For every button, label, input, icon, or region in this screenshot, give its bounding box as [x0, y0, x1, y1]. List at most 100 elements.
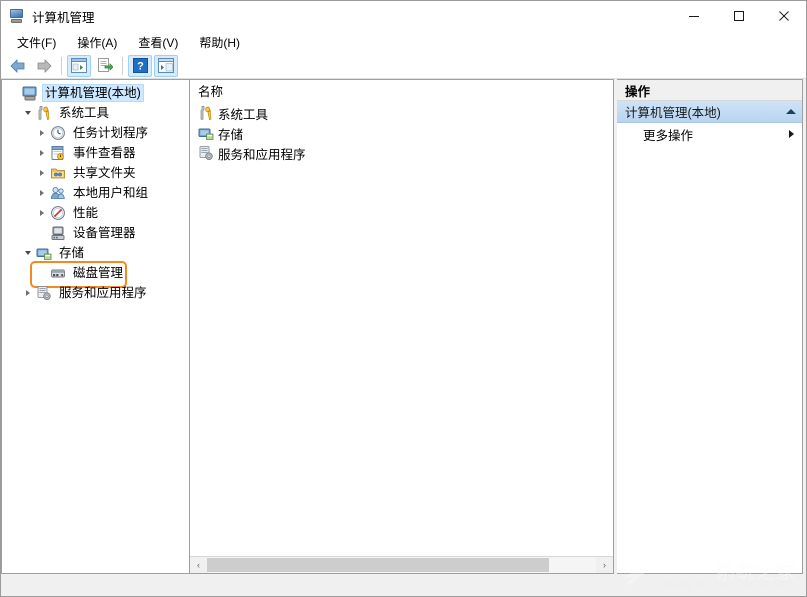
chevron-down-icon[interactable]: [20, 245, 36, 261]
menu-action[interactable]: 操作(A): [71, 32, 126, 53]
local-users-groups-icon: [50, 185, 66, 201]
services-applications-icon: [36, 285, 52, 301]
tree-item-9[interactable]: 磁盘管理: [2, 263, 189, 283]
shared-folders-icon: [50, 165, 66, 181]
tree-item-4[interactable]: 共享文件夹: [2, 163, 189, 183]
triangle-right-icon[interactable]: [789, 130, 794, 138]
chevron-right-icon[interactable]: [34, 185, 50, 201]
forward-button[interactable]: [32, 55, 56, 77]
list-item[interactable]: 存储: [190, 123, 613, 143]
actions-header-label: 操作: [625, 81, 650, 100]
back-button[interactable]: [6, 55, 30, 77]
tree-item-label: 磁盘管理: [70, 265, 126, 281]
column-header-name[interactable]: 名称: [198, 81, 223, 100]
close-button[interactable]: [761, 1, 806, 31]
services-applications-icon: [198, 145, 214, 161]
storage-icon: [198, 125, 214, 141]
console-tree-icon: [71, 58, 87, 73]
tree-item-7[interactable]: 设备管理器: [2, 223, 189, 243]
tree-item-label: 任务计划程序: [70, 125, 151, 141]
tree-item-10[interactable]: 服务和应用程序: [2, 283, 189, 303]
tree-item-2[interactable]: 任务计划程序: [2, 123, 189, 143]
main-body: 计算机管理(本地) 系统工具任务计划程序事件查看器共享文件夹本地用户和组性能设备管…: [1, 79, 806, 574]
window-controls: [671, 1, 806, 31]
services-applications-icon: [198, 145, 214, 161]
actions-pane: 操作 计算机管理(本地) 更多操作: [617, 79, 803, 574]
show-hide-action-pane-button[interactable]: [154, 55, 178, 77]
computer-management-icon: [22, 85, 38, 101]
computer-management-icon: [22, 85, 38, 101]
list-item[interactable]: 系统工具: [190, 103, 613, 123]
actions-group-label: 计算机管理(本地): [625, 102, 786, 121]
storage-icon: [198, 125, 214, 141]
computer-management-window: 计算机管理 文件(F) 操作(A) 查看(V): [0, 0, 807, 597]
tree-item-8[interactable]: 存储: [2, 243, 189, 263]
minimize-button[interactable]: [671, 1, 716, 31]
scroll-right-button[interactable]: ›: [596, 557, 613, 573]
tree-item-label: 共享文件夹: [70, 165, 139, 181]
tree-item-label: 性能: [70, 205, 101, 221]
system-tools-icon: [36, 105, 52, 121]
scroll-left-button[interactable]: ‹: [190, 557, 207, 573]
tree-item-label: 系统工具: [56, 105, 112, 121]
show-hide-console-tree-button[interactable]: [67, 55, 91, 77]
help-button[interactable]: ?: [128, 55, 152, 77]
device-manager-icon: [50, 225, 66, 241]
tree-item-3[interactable]: 事件查看器: [2, 143, 189, 163]
svg-text:?: ?: [137, 61, 144, 73]
tree-item-0[interactable]: 计算机管理(本地): [2, 83, 189, 103]
result-list-pane: 名称 系统工具存储服务和应用程序 ‹ ›: [189, 79, 614, 574]
export-list-button[interactable]: [93, 55, 117, 77]
shared-folders-icon: [50, 165, 66, 181]
close-icon: [778, 10, 790, 22]
console-tree: 计算机管理(本地) 系统工具任务计划程序事件查看器共享文件夹本地用户和组性能设备管…: [2, 80, 189, 303]
chevron-right-icon[interactable]: [20, 285, 36, 301]
scrollbar-thumb[interactable]: [207, 558, 549, 572]
arrow-left-icon: [9, 58, 27, 74]
maximize-button[interactable]: [716, 1, 761, 31]
services-applications-icon: [36, 285, 52, 301]
tree-item-label: 本地用户和组: [70, 185, 151, 201]
triangle-up-icon[interactable]: [786, 109, 796, 114]
result-list: 系统工具存储服务和应用程序: [190, 102, 613, 556]
tree-item-1[interactable]: 系统工具: [2, 103, 189, 123]
chevron-right-icon[interactable]: [34, 165, 50, 181]
device-manager-icon: [50, 225, 66, 241]
menu-view[interactable]: 查看(V): [132, 32, 187, 53]
chevron-right-icon[interactable]: [34, 205, 50, 221]
tree-expander-empty: [34, 225, 50, 241]
actions-group-computer-management[interactable]: 计算机管理(本地): [617, 101, 802, 123]
event-viewer-icon: [50, 145, 66, 161]
tree-item-5[interactable]: 本地用户和组: [2, 183, 189, 203]
action-item-label: 更多操作: [643, 125, 789, 144]
list-item[interactable]: 服务和应用程序: [190, 143, 613, 163]
toolbar-separator-2: [122, 57, 123, 75]
horizontal-scrollbar[interactable]: ‹ ›: [190, 556, 613, 573]
task-scheduler-icon: [50, 125, 66, 141]
tree-expander-empty: [6, 85, 22, 101]
chevron-right-icon[interactable]: [34, 125, 50, 141]
tree-item-6[interactable]: 性能: [2, 203, 189, 223]
console-tree-pane: 计算机管理(本地) 系统工具任务计划程序事件查看器共享文件夹本地用户和组性能设备管…: [1, 79, 189, 574]
action-item-more-actions[interactable]: 更多操作: [617, 123, 802, 145]
computer-management-icon: [9, 8, 25, 24]
chevron-down-icon[interactable]: [20, 105, 36, 121]
tree-item-label: 设备管理器: [70, 225, 139, 241]
tree-item-label: 存储: [56, 245, 87, 261]
tree-item-label: 事件查看器: [70, 145, 139, 161]
list-item-label: 存储: [218, 124, 243, 143]
list-item-label: 系统工具: [218, 104, 268, 123]
tree-item-label: 计算机管理(本地): [42, 84, 144, 102]
arrow-right-icon: [35, 58, 53, 74]
scrollbar-track[interactable]: [207, 557, 596, 573]
menu-file[interactable]: 文件(F): [11, 32, 65, 53]
system-tools-icon: [36, 105, 52, 121]
disk-management-icon: [50, 265, 66, 281]
title-bar: 计算机管理: [1, 1, 806, 31]
question-mark-icon: ?: [133, 58, 148, 73]
menu-help[interactable]: 帮助(H): [193, 32, 249, 53]
performance-icon: [50, 205, 66, 221]
chevron-right-icon[interactable]: [34, 145, 50, 161]
minimize-icon: [688, 10, 700, 22]
window-title: 计算机管理: [32, 7, 95, 26]
